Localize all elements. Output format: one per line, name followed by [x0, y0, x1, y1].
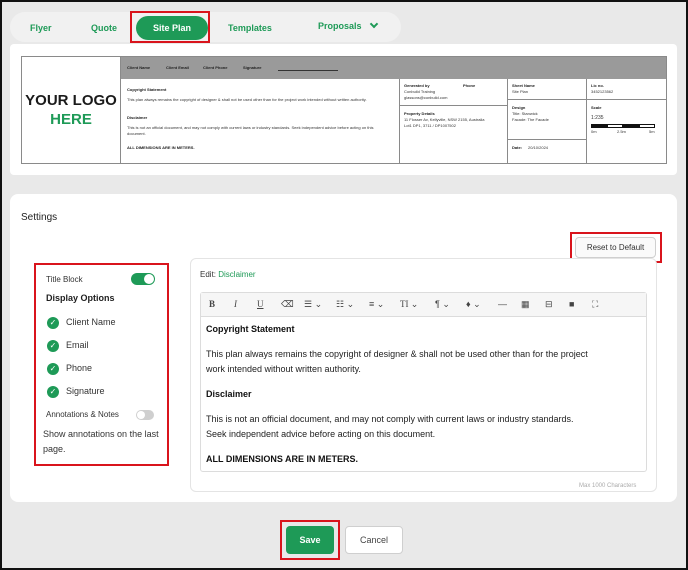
color-icon[interactable]: ♦ ⌄	[466, 299, 481, 310]
tab-proposals[interactable]: Proposals	[318, 21, 362, 31]
editor-dimensions: ALL DIMENSIONS ARE IN METERS.	[206, 454, 359, 464]
paragraph-icon[interactable]: ¶ ⌄	[435, 299, 450, 310]
scale-bar-segment	[607, 124, 623, 128]
signature-line	[278, 70, 338, 71]
tb-generated-2: glassons@conbuild.com	[404, 95, 448, 100]
tab-quote[interactable]: Quote	[91, 23, 117, 33]
title-block-notes: Copyright Statement This plan always rem…	[121, 79, 400, 163]
edit-target[interactable]: Disclaimer	[218, 270, 255, 279]
tb-date-value: 20/10/2024	[528, 145, 549, 150]
tb-scale-0: 0m	[591, 129, 597, 134]
highlight-box-tab	[130, 11, 210, 43]
tab-templates[interactable]: Templates	[228, 23, 272, 33]
logo-text-line2: HERE	[50, 111, 92, 128]
tb-phone-label: Phone	[463, 83, 476, 88]
tb-scale-1: 2.5m	[617, 129, 626, 134]
bullet-list-icon[interactable]: ☰ ⌄	[304, 299, 322, 310]
header-client-email: Client Email	[166, 65, 189, 70]
title-block-license: Lic no. 3452123562 Scale 1:235 0m 2.5m 5…	[587, 79, 666, 163]
tb-date-label: Date:	[512, 145, 523, 150]
max-characters-hint: Max 1000 Characters	[579, 483, 637, 489]
tb-disclaimer-title: Disclaimer	[127, 115, 148, 120]
tb-lic-value: 3452123562	[591, 89, 614, 94]
title-block-preview: YOUR LOGO HERE Client Name Client Email …	[21, 56, 667, 164]
editor-copyright-line1: This plan always remains the copyright o…	[206, 349, 588, 359]
tb-sheet-value: Site Plan	[512, 89, 529, 94]
bold-icon[interactable]: B	[209, 299, 215, 309]
divider	[508, 99, 586, 100]
video-icon[interactable]: ■	[569, 299, 574, 309]
scale-bar-segment	[639, 124, 655, 128]
tb-disclaimer-text: This is not an official document, and ma…	[127, 125, 374, 136]
editor-copyright-line2: work intended without written authority.	[206, 364, 361, 374]
tb-design-facade: Facade: The Facade	[512, 117, 549, 122]
editor-disclaimer-line2: Seek independent advice before acting on…	[206, 429, 436, 439]
tb-copyright-title: Copyright Statement	[127, 87, 167, 92]
divider	[587, 99, 666, 100]
title-block-header: Client Name Client Email Client Phone Si…	[121, 57, 666, 79]
page-break-icon[interactable]: ⊟	[545, 299, 553, 310]
editor-disclaimer-heading: Disclaimer	[206, 389, 252, 399]
header-client-phone: Client Phone	[203, 65, 228, 70]
logo-text-line1: YOUR LOGO	[25, 92, 117, 109]
scale-bar-segment	[591, 124, 607, 128]
font-size-icon[interactable]: TI ⌄	[400, 299, 418, 310]
title-block-details: Generated by Conbuild Training glassons@…	[400, 79, 508, 163]
tb-copyright-text: This plan always remains the copyright o…	[127, 97, 367, 102]
numbered-list-icon[interactable]: ☷ ⌄	[336, 299, 354, 310]
cancel-button[interactable]: Cancel	[345, 526, 403, 554]
tb-property-2: Lot1 DP1, 3711 / DP1007502	[404, 123, 456, 128]
scale-bar-segment	[623, 124, 639, 128]
title-block-sheet: Sheet Name Site Plan Design Title: Stanw…	[508, 79, 587, 163]
italic-icon[interactable]: I	[234, 299, 237, 309]
divider	[400, 105, 507, 106]
tb-dimensions: ALL DIMENSIONS ARE IN METERS.	[127, 145, 195, 150]
divider	[508, 139, 586, 140]
horizontal-line-icon[interactable]: —	[498, 299, 507, 309]
header-client-name: Client Name	[127, 65, 151, 70]
edit-prefix: Edit:	[200, 270, 217, 279]
logo-placeholder: YOUR LOGO HERE	[22, 57, 121, 163]
fullscreen-icon[interactable]: ⛶	[592, 299, 598, 310]
tab-flyer[interactable]: Flyer	[30, 23, 52, 33]
settings-title: Settings	[21, 212, 58, 223]
editor-toolbar: B I U ⌫ ☰ ⌄ ☷ ⌄ ≡ ⌄ TI ⌄ ¶ ⌄ ♦ ⌄ — ▦ ⊟ ■…	[201, 293, 646, 317]
underline-icon[interactable]: U	[257, 299, 264, 309]
editor-copyright-heading: Copyright Statement	[206, 324, 295, 334]
highlight-box-save	[280, 520, 340, 560]
edit-label: Edit: Disclaimer	[200, 270, 256, 279]
tb-scale-value: 1:235	[591, 115, 604, 121]
highlight-box-options	[34, 263, 169, 466]
tb-scale-label: Scale	[591, 105, 602, 110]
eraser-icon[interactable]: ⌫	[281, 299, 294, 310]
rich-text-editor[interactable]: B I U ⌫ ☰ ⌄ ☷ ⌄ ≡ ⌄ TI ⌄ ¶ ⌄ ♦ ⌄ — ▦ ⊟ ■…	[200, 292, 647, 472]
header-signature: Signature	[243, 65, 262, 70]
editor-disclaimer-line1: This is not an official document, and ma…	[206, 414, 574, 424]
align-icon[interactable]: ≡ ⌄	[369, 299, 384, 310]
tb-scale-2: 5m	[649, 129, 655, 134]
table-icon[interactable]: ▦	[521, 299, 530, 310]
